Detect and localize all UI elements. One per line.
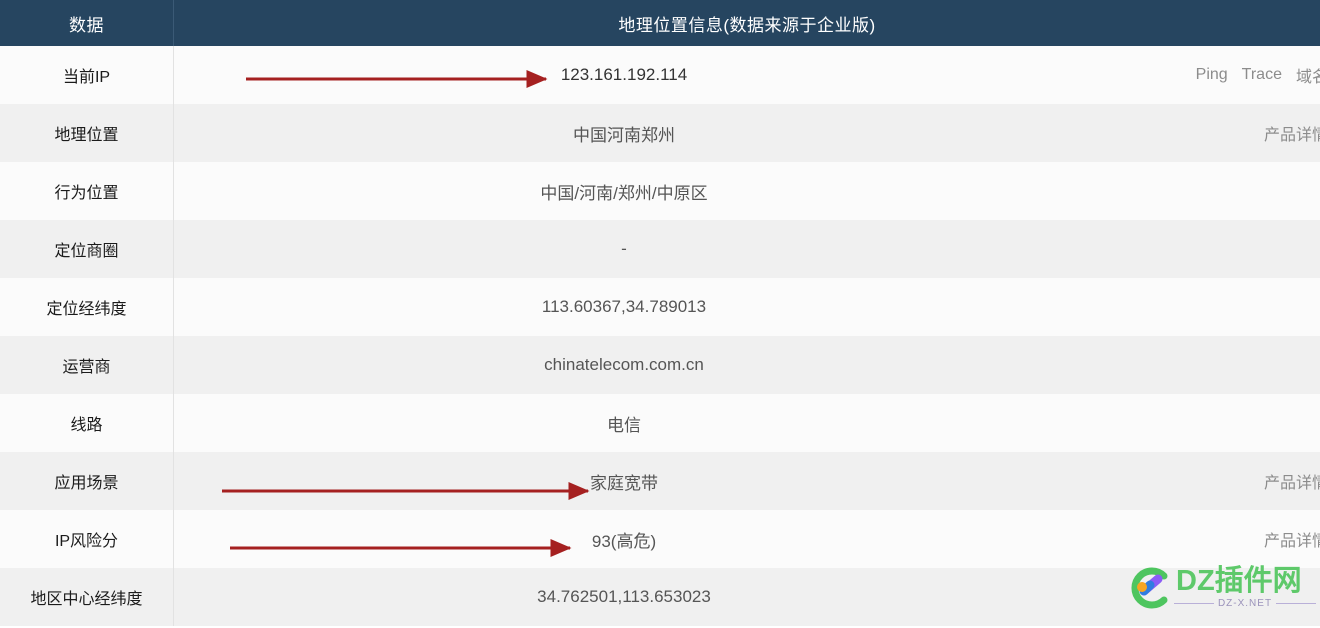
header-cell-geo-info: 地理位置信息(数据来源于企业版) [618, 15, 876, 35]
row-value-cell-geo-location: 中国河南郑州 产品详情 [174, 104, 1320, 162]
row-value-region-center-coordinates: 34.762501,113.653023 [537, 587, 711, 606]
product-detail-link[interactable]: 产品详情 [1264, 469, 1320, 493]
row-actions-app-scenario: 产品详情 [1264, 469, 1320, 493]
row-label-line: 线路 [0, 394, 174, 452]
row-label-app-scenario: 应用场景 [0, 452, 174, 510]
row-label-region-center-coordinates: 地区中心经纬度 [0, 568, 174, 626]
row-value-line: 电信 [607, 415, 641, 435]
header-cell-data: 数据 [0, 0, 174, 46]
row-value-business-district: - [621, 239, 627, 258]
row-value-behavior-location: 中国/河南/郑州/中原区 [540, 183, 708, 203]
table-row: 定位经纬度 113.60367,34.789013 [0, 278, 1320, 336]
ip-geo-info-table: 数据 地理位置信息(数据来源于企业版) 当前IP 123.161.192.114… [0, 0, 1320, 626]
table-row: 运营商 chinatelecom.com.cn [0, 336, 1320, 394]
row-label-isp: 运营商 [0, 336, 174, 394]
row-label-behavior-location: 行为位置 [0, 162, 174, 220]
table-header: 数据 地理位置信息(数据来源于企业版) [0, 0, 1320, 46]
row-value-current-ip: 123.161.192.114 [560, 65, 688, 84]
ping-link[interactable]: Ping [1196, 66, 1228, 84]
row-actions-risk-score: 产品详情 [1264, 527, 1320, 551]
row-value-cell-behavior-location: 中国/河南/郑州/中原区 [174, 162, 1320, 220]
table-body: 当前IP 123.161.192.114 Ping Trace 域名 地理位置 … [0, 46, 1320, 626]
row-value-cell-isp: chinatelecom.com.cn [174, 336, 1320, 394]
row-value-cell-coordinates: 113.60367,34.789013 [174, 278, 1320, 336]
table-row: 当前IP 123.161.192.114 Ping Trace 域名 [0, 46, 1320, 104]
row-value-cell-risk-score: 93(高危) 产品详情 [174, 510, 1320, 568]
table-row: 应用场景 家庭宽带 产品详情 [0, 452, 1320, 510]
row-label-risk-score: IP风险分 [0, 510, 174, 568]
row-value-cell-current-ip: 123.161.192.114 Ping Trace 域名 [174, 46, 1320, 104]
row-actions-current-ip: Ping Trace 域名 [1196, 63, 1320, 87]
row-value-geo-location: 中国河南郑州 [573, 125, 675, 145]
row-actions-geo-location: 产品详情 [1264, 121, 1320, 145]
row-value-cell-line: 电信 [174, 394, 1320, 452]
table-header-row: 数据 地理位置信息(数据来源于企业版) [0, 0, 1320, 46]
row-value-isp: chinatelecom.com.cn [544, 355, 704, 374]
row-value-risk-score: 93(高危) [591, 531, 657, 551]
row-label-current-ip: 当前IP [0, 46, 174, 104]
row-value-coordinates: 113.60367,34.789013 [541, 297, 707, 316]
table-row: 地理位置 中国河南郑州 产品详情 [0, 104, 1320, 162]
row-label-coordinates: 定位经纬度 [0, 278, 174, 336]
table-row: 线路 电信 [0, 394, 1320, 452]
row-value-app-scenario: 家庭宽带 [590, 473, 658, 493]
table-row: IP风险分 93(高危) 产品详情 [0, 510, 1320, 568]
product-detail-link[interactable]: 产品详情 [1264, 527, 1320, 551]
row-value-cell-app-scenario: 家庭宽带 产品详情 [174, 452, 1320, 510]
row-value-cell-business-district: - [174, 220, 1320, 278]
table-row: 行为位置 中国/河南/郑州/中原区 [0, 162, 1320, 220]
row-label-geo-location: 地理位置 [0, 104, 174, 162]
product-detail-link[interactable]: 产品详情 [1264, 121, 1320, 145]
trace-link[interactable]: Trace [1242, 66, 1282, 84]
table-row: 地区中心经纬度 34.762501,113.653023 [0, 568, 1320, 626]
table-row: 定位商圈 - [0, 220, 1320, 278]
domain-link[interactable]: 域名 [1296, 63, 1320, 87]
row-label-business-district: 定位商圈 [0, 220, 174, 278]
row-value-cell-region-center-coordinates: 34.762501,113.653023 [174, 568, 1320, 626]
